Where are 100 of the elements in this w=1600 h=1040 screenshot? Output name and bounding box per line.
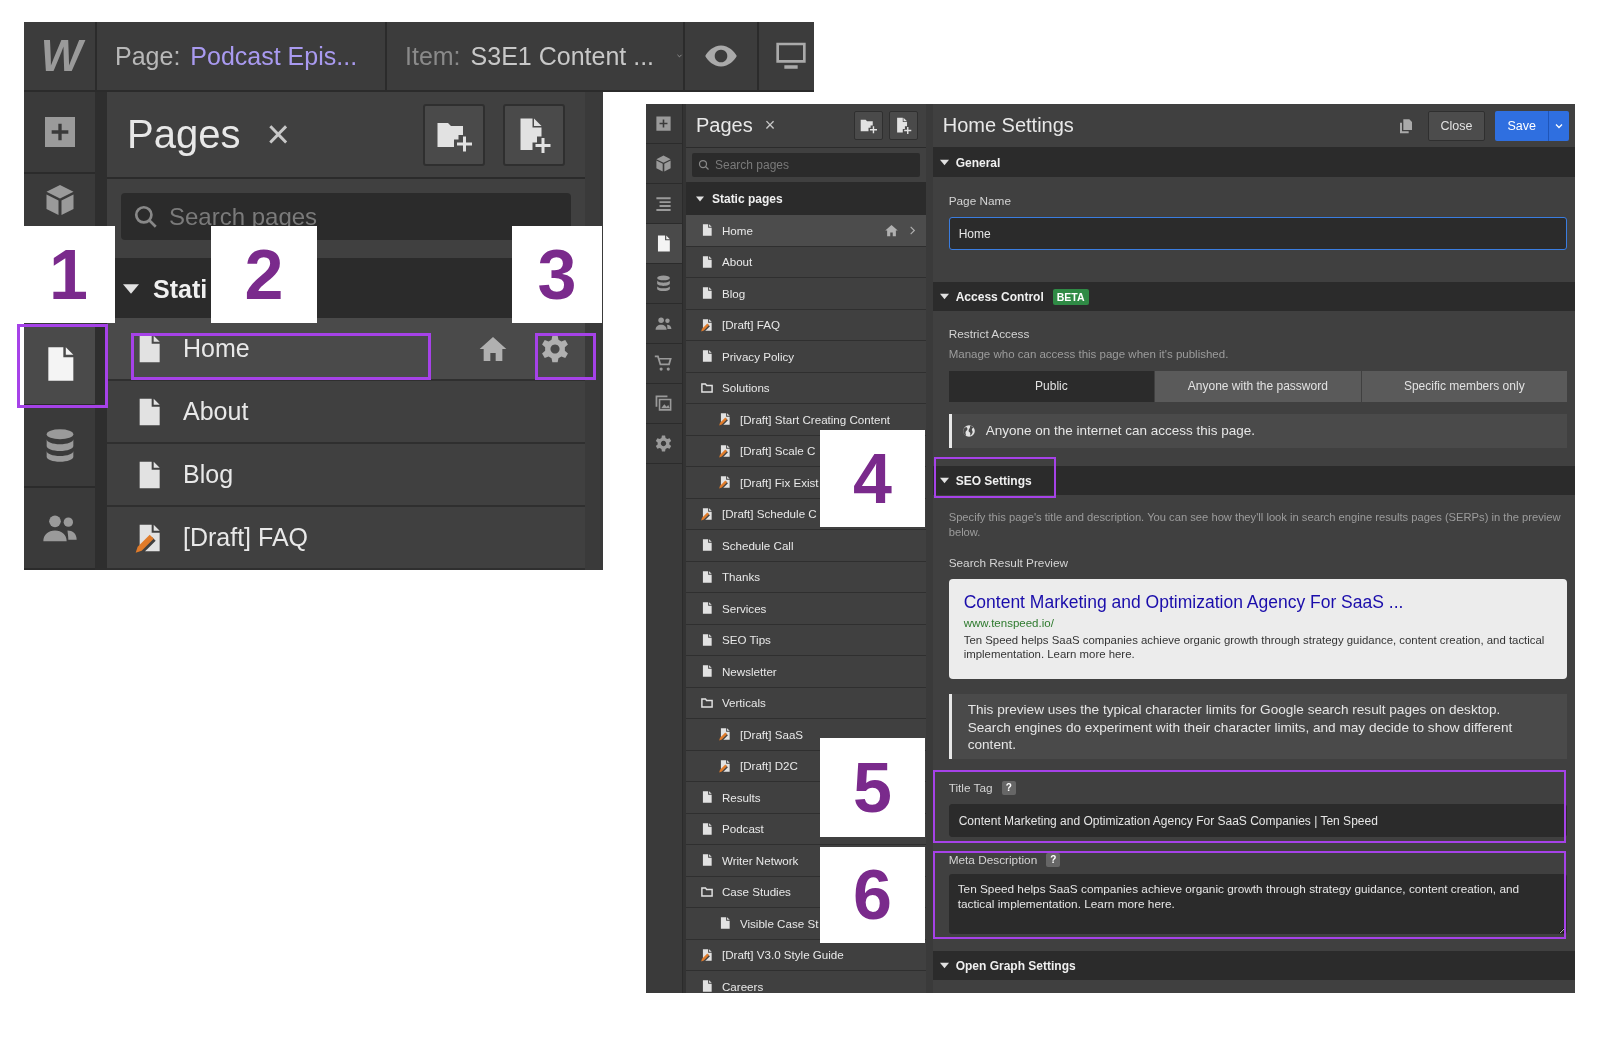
section-header[interactable]: Stati xyxy=(123,274,208,304)
folder-icon xyxy=(699,695,714,710)
page-name: Results xyxy=(721,790,761,804)
page-name: Blog xyxy=(183,460,234,489)
help-button[interactable]: ? xyxy=(1001,781,1016,796)
save-button[interactable]: Save xyxy=(1495,110,1548,141)
add-folder-button[interactable] xyxy=(423,103,485,166)
caret-icon xyxy=(939,158,949,167)
step-number: 6 xyxy=(820,847,925,943)
page-name: [Draft] SaaS xyxy=(739,727,804,741)
page-name: Solutions xyxy=(721,381,770,395)
page-name: Careers xyxy=(721,979,764,993)
desktop-icon[interactable] xyxy=(775,40,807,72)
section-header[interactable]: Access Control BETA xyxy=(932,282,1575,311)
folder-icon xyxy=(699,380,714,395)
add-folder-button[interactable] xyxy=(853,111,883,140)
panel-title: Pages xyxy=(127,112,241,158)
step-number: 2 xyxy=(211,226,317,323)
draft-page-icon xyxy=(717,758,732,773)
access-option[interactable]: Anyone with the password xyxy=(1154,370,1361,402)
step-number: 5 xyxy=(820,738,925,837)
page-name: About xyxy=(183,397,249,426)
page-name: [Draft] Schedule C xyxy=(721,507,817,521)
copy-icon[interactable] xyxy=(1397,117,1414,134)
draft-page-icon xyxy=(699,947,714,962)
images-icon xyxy=(654,394,674,413)
draft-page-icon xyxy=(717,727,732,742)
add-icon xyxy=(654,114,674,133)
section-header[interactable]: SEO Settings xyxy=(932,466,1575,495)
list-icon xyxy=(654,194,674,213)
draft-page-icon xyxy=(717,412,732,427)
draft-page-icon xyxy=(717,475,732,490)
step-number: 3 xyxy=(512,226,602,323)
page-name: [Draft] Fix Exist xyxy=(739,475,819,489)
preview-title: Content Marketing and Optimization Agency For SaaS ... xyxy=(963,592,1405,614)
caret-icon xyxy=(939,292,949,301)
info-text: Anyone on the internet can access this page. xyxy=(985,423,1256,438)
cart-icon xyxy=(654,354,674,373)
note-text: This preview uses the typical character limits for Google search result pages on desktop. Search engines do experiment with their character limits, and may decide to show different content. xyxy=(948,694,1567,760)
search-icon xyxy=(133,203,159,230)
page-name: Visible Case St xyxy=(739,916,819,930)
page-name: Case Studies xyxy=(721,885,791,899)
cube-icon xyxy=(654,154,674,173)
page-name: Home xyxy=(721,223,753,237)
access-option[interactable]: Specific members only xyxy=(1360,370,1567,402)
page-row[interactable]: Home xyxy=(107,318,585,381)
add-page-button[interactable] xyxy=(888,111,918,140)
globe-icon xyxy=(961,423,976,438)
settings-title: Home Settings xyxy=(942,114,1074,137)
page-name[interactable]: Podcast Epis... xyxy=(190,41,358,71)
highlight-frame xyxy=(535,333,596,380)
field-label: Restrict Access xyxy=(948,327,1031,341)
add-page-button[interactable] xyxy=(503,103,565,166)
panel-title: Pages xyxy=(695,114,753,137)
page-name: Home xyxy=(183,334,250,363)
step-number: 1 xyxy=(22,226,115,323)
page-name: [Draft] FAQ xyxy=(183,523,309,552)
caret-icon xyxy=(939,476,949,485)
add-page-icon xyxy=(894,117,912,134)
section-header[interactable]: General xyxy=(932,148,1575,177)
page-row[interactable]: Home xyxy=(685,215,926,247)
close-button[interactable]: × xyxy=(764,115,776,136)
field-label: Meta Description xyxy=(948,853,1038,868)
section-header[interactable]: Static pages xyxy=(685,183,926,215)
page-name: [Draft] V3.0 Style Guide xyxy=(721,948,844,962)
home-icon xyxy=(883,222,899,238)
field-label: Title Tag xyxy=(948,781,993,796)
page-name: [Draft] D2C xyxy=(739,759,798,773)
page-name: Podcast xyxy=(721,822,764,836)
field-label: Search Result Preview xyxy=(948,556,1070,571)
step-number: 4 xyxy=(820,430,925,527)
item-name[interactable]: S3E1 Content ... xyxy=(470,41,655,71)
title-tag-field[interactable]: Content Marketing and Optimization Agency For SaaS Companies | Ten Speed xyxy=(948,804,1567,838)
draft-page-icon xyxy=(699,506,714,521)
meta-description-field[interactable]: Ten Speed helps SaaS companies achieve organic growth through strategy guidance, content creation, and tactical implementation. Learn more here. xyxy=(948,874,1567,935)
page-name: Blog xyxy=(721,286,746,300)
sidebar-tab[interactable] xyxy=(646,224,682,264)
page-name: [Draft] FAQ xyxy=(721,318,780,332)
help-button[interactable]: ? xyxy=(1046,853,1061,868)
section-header[interactable]: Open Graph Settings xyxy=(932,951,1575,980)
caret-icon xyxy=(695,195,704,203)
item-label: Item: xyxy=(405,41,461,71)
description-text: Specify this page's title and description. You can see how they'll look in search engine results pages (SERPs) in the preview below. xyxy=(948,510,1562,541)
page-label: Page: xyxy=(115,41,181,71)
draft-page-icon xyxy=(717,443,732,458)
page-name: Services xyxy=(721,601,767,615)
preview-snippet: Ten Speed helps SaaS companies achieve organic growth through strategy guidance, content creation, and tactical implementation. Learn more here. xyxy=(963,634,1546,662)
add-folder-icon xyxy=(859,117,877,134)
save-options-button[interactable] xyxy=(1548,110,1569,141)
page-name: About xyxy=(721,255,753,269)
close-button[interactable]: × xyxy=(266,112,290,158)
page-name: [Draft] Start Creating Content xyxy=(739,412,891,426)
hint-text: Manage who can access this page when it's published. xyxy=(948,347,1230,362)
field-label: Page Name xyxy=(948,194,1012,208)
page-name-field[interactable]: Home xyxy=(948,217,1567,250)
caret-icon xyxy=(939,961,949,970)
beta-badge: BETA xyxy=(1052,288,1089,305)
page-name: Thanks xyxy=(721,570,760,584)
preview-url: www.tenspeed.io/ xyxy=(963,617,1055,630)
close-button[interactable]: Close xyxy=(1427,110,1486,141)
